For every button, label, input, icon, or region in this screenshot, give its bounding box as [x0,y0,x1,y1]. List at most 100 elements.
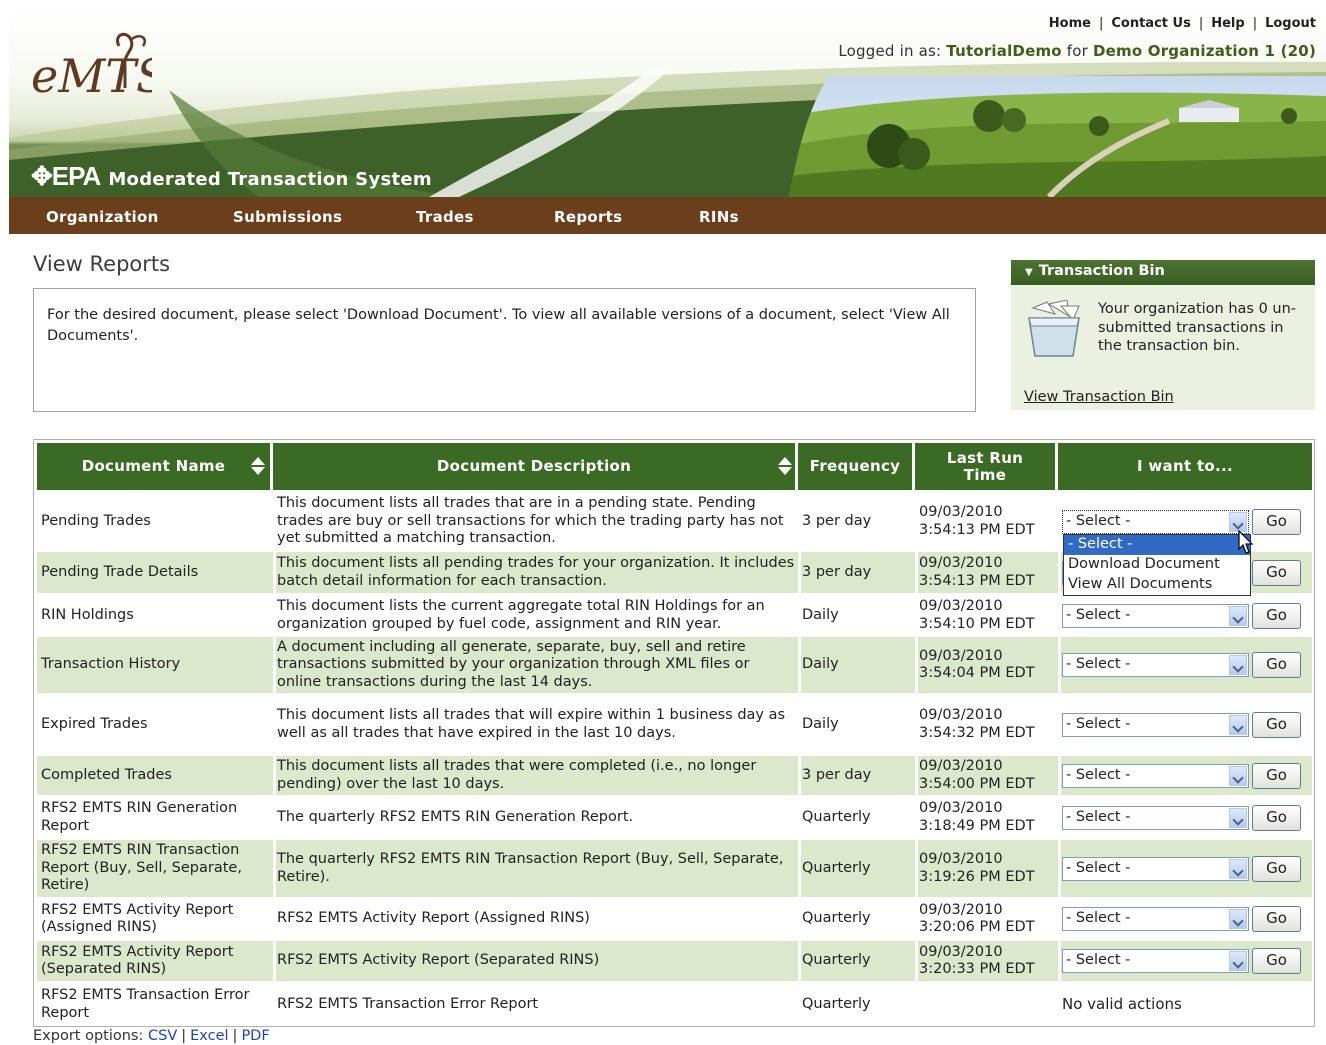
last-run-time: 09/03/2010 3:19:26 PM EDT [919,840,1059,897]
action-dropdown-list[interactable]: - Select - Download Document View All Do… [1063,534,1251,596]
table-row: RIN Holdings This document lists the curr… [37,595,1312,636]
action-select[interactable]: - Select - [1062,949,1249,973]
go-button[interactable]: Go [1252,652,1301,678]
column-divider [1058,637,1061,693]
sort-icon[interactable] [251,457,265,475]
dropdown-arrow-icon[interactable] [1229,765,1247,786]
nav-organization[interactable]: Organization [46,208,159,226]
dropdown-arrow-icon[interactable] [1229,951,1247,971]
go-button[interactable]: Go [1252,762,1301,789]
run-date: 09/03/2010 [919,707,1003,723]
nav-submissions[interactable]: Submissions [233,208,342,226]
go-button[interactable]: Go [1252,508,1301,535]
system-title: ✥EPA Moderated Transaction System [31,161,432,191]
dropdown-arrow-icon[interactable] [1229,807,1247,828]
last-run-time: 09/03/2010 3:54:13 PM EDT [919,552,1059,593]
go-button[interactable]: Go [1252,602,1301,629]
last-run-time: 09/03/2010 3:54:13 PM EDT [919,493,1059,550]
sort-icon[interactable] [778,457,792,475]
nav-trades[interactable]: Trades [416,208,474,226]
action-select[interactable]: - Select - [1062,712,1249,737]
transaction-bin-header[interactable]: ▼ Transaction Bin [1011,260,1315,285]
view-transaction-bin-link[interactable]: View Transaction Bin [1024,389,1174,405]
svg-text:eMTS: eMTS [31,49,152,103]
frequency: Quarterly [802,952,871,969]
column-divider [1058,552,1061,593]
nav-reports[interactable]: Reports [554,208,622,226]
export-excel-link[interactable]: Excel [190,1028,228,1044]
col-header-document-name[interactable]: Document Name [37,443,270,490]
dropdown-arrow-icon[interactable] [1229,511,1247,532]
column-divider [1058,493,1061,550]
action-cell: - Select -Go [1062,941,1312,981]
column-divider [273,493,276,550]
frequency: Quarterly [802,859,871,876]
frequency: Quarterly [802,808,871,825]
action-select[interactable]: - Select - [1062,603,1249,628]
dropdown-arrow-icon[interactable] [1229,605,1247,626]
frequency: Daily [802,656,839,673]
nav-rins[interactable]: RINs [699,208,739,226]
dropdown-arrow-icon[interactable] [1229,655,1247,675]
action-select[interactable]: - Select - [1062,509,1249,534]
dropdown-arrow-icon[interactable] [1229,858,1247,879]
export-csv-link[interactable]: CSV [148,1028,177,1044]
column-divider [1058,840,1061,897]
document-description: The quarterly RFS2 EMTS RIN Generation R… [277,808,634,825]
option-select[interactable]: - Select - [1064,535,1250,555]
home-link[interactable]: Home [1049,16,1091,31]
landscape-photo [789,76,1326,197]
column-divider [273,595,276,636]
instructions-box: For the desired document, please select … [33,288,976,412]
go-button[interactable]: Go [1252,948,1301,974]
go-button[interactable]: Go [1252,711,1301,738]
document-name: Transaction History [41,656,181,673]
document-name: Completed Trades [41,766,172,783]
go-button[interactable]: Go [1252,855,1301,882]
action-select[interactable]: - Select - [1062,653,1249,677]
column-divider [798,899,801,939]
column-divider [798,941,801,981]
column-divider [798,552,801,593]
action-cell: - Select -Go [1062,637,1312,693]
document-description: RFS2 EMTS Activity Report (Separated RIN… [277,952,600,969]
document-name: RFS2 EMTS Activity Report (Separated RIN… [41,943,234,978]
no-actions-text: No valid actions [1062,994,1182,1013]
run-date: 09/03/2010 [919,943,1003,960]
column-divider [273,695,276,754]
column-divider [273,637,276,693]
column-divider [1058,941,1061,981]
col-header-document-description[interactable]: Document Description [273,443,795,490]
run-time: 3:54:10 PM EDT [919,615,1035,632]
action-select[interactable]: - Select - [1062,763,1249,788]
column-divider [915,637,918,693]
dropdown-arrow-icon[interactable] [1229,714,1247,735]
run-date: 09/03/2010 [919,800,1003,816]
go-button[interactable]: Go [1252,804,1301,831]
table-row: RFS2 EMTS Activity Report (Assigned RINS… [37,899,1312,939]
help-link[interactable]: Help [1211,16,1244,31]
dropdown-arrow-icon[interactable] [1229,909,1247,929]
action-select[interactable]: - Select - [1062,805,1249,830]
action-select[interactable]: - Select - [1062,907,1249,931]
option-download-document[interactable]: Download Document [1064,555,1250,575]
table-row: RFS2 EMTS RIN Generation Report The quart… [37,797,1312,838]
column-divider [915,756,918,795]
go-button[interactable]: Go [1252,559,1301,586]
document-description: RFS2 EMTS Transaction Error Report [277,995,539,1012]
option-view-all-documents[interactable]: View All Documents [1064,575,1250,595]
contact-us-link[interactable]: Contact Us [1111,16,1190,31]
column-divider [915,695,918,754]
go-button[interactable]: Go [1252,906,1301,932]
frequency: Daily [802,715,839,732]
run-date: 09/03/2010 [919,901,1003,918]
column-divider [273,941,276,981]
action-select[interactable]: - Select - [1062,856,1249,881]
table-row: RFS2 EMTS Transaction Error Report RFS2 E… [37,983,1312,1026]
document-description: RFS2 EMTS Activity Report (Assigned RINS… [277,910,590,927]
export-pdf-link[interactable]: PDF [241,1028,269,1044]
last-run-time: 09/03/2010 3:54:04 PM EDT [919,637,1059,693]
frequency: 3 per day [802,766,872,783]
last-run-time [919,983,1059,1026]
logout-link[interactable]: Logout [1265,16,1316,31]
